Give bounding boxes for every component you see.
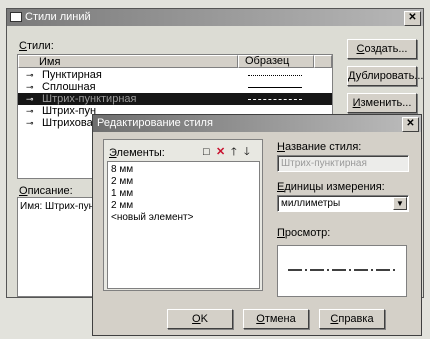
style-name-label: Название стиля: (277, 141, 362, 153)
title-bar[interactable]: Стили линий ✕ (7, 9, 423, 26)
line-style-icon: ⊸ (26, 118, 34, 128)
elements-list[interactable]: 8 мм 2 мм 1 мм 2 мм <новый элемент> (107, 161, 260, 289)
elements-label: Элементы: (109, 147, 165, 159)
new-icon[interactable]: □ (203, 146, 210, 158)
dialog-title-bar[interactable]: Редактирование стиля ✕ (93, 115, 421, 132)
list-item[interactable]: 8 мм (111, 164, 256, 176)
line-style-icon: ⊸ (26, 94, 34, 104)
dialog-title: Редактирование стиля (97, 117, 213, 129)
list-item[interactable]: 2 мм (111, 200, 256, 212)
elements-toolbar: □ ✕ 🡑 🡓 (203, 146, 263, 158)
list-item-new[interactable]: <новый элемент> (111, 212, 256, 224)
line-style-icon: ⊸ (26, 70, 34, 80)
style-name-field[interactable]: Штрих-пунктирная (277, 155, 409, 172)
preview-line (288, 269, 396, 271)
close-icon[interactable]: ✕ (404, 11, 421, 26)
list-item-selected[interactable]: ⊸ Штрих-пунктирная (18, 93, 332, 105)
units-label: Единицы измерения: (277, 181, 385, 193)
description-label: Описание: (19, 185, 73, 197)
sample-dotted (248, 75, 302, 76)
line-style-icon: ⊸ (26, 82, 34, 92)
preview-label: Просмотр: (277, 227, 331, 239)
list-item[interactable]: 1 мм (111, 188, 256, 200)
list-item[interactable]: ⊸ Пунктирная (18, 69, 332, 81)
help-button[interactable]: Справка (319, 309, 385, 329)
units-value: миллиметры (281, 198, 341, 209)
units-select[interactable]: миллиметры ▼ (277, 195, 409, 212)
create-button[interactable]: Создать... (347, 39, 417, 59)
move-up-icon[interactable]: 🡑 (231, 146, 237, 158)
column-header-filler (314, 55, 332, 68)
cancel-button[interactable]: Отмена (243, 309, 309, 329)
description-text: Имя: Штрих-пун (20, 201, 95, 212)
duplicate-button[interactable]: Дублировать... (347, 66, 423, 86)
dialog-close-icon[interactable]: ✕ (402, 117, 419, 132)
line-style-icon: ⊸ (26, 106, 34, 116)
move-down-icon[interactable]: 🡓 (244, 146, 250, 158)
preview-box (277, 245, 407, 297)
sample-dashdot (248, 99, 302, 100)
delete-icon[interactable]: ✕ (216, 146, 225, 158)
sample-solid (248, 87, 302, 88)
edit-style-dialog: Редактирование стиля ✕ Элементы: □ ✕ 🡑 🡓… (92, 114, 422, 336)
styles-label: Стили: (19, 40, 54, 52)
chevron-down-icon[interactable]: ▼ (393, 197, 407, 210)
edit-button[interactable]: Изменить... (347, 93, 417, 113)
column-header-name[interactable]: Имя (18, 55, 238, 68)
window-icon (10, 12, 22, 22)
ok-button[interactable]: OK (167, 309, 233, 329)
list-item[interactable]: ⊸ Сплошная (18, 81, 332, 93)
list-item[interactable]: 2 мм (111, 176, 256, 188)
column-header-sample[interactable]: Образец (238, 55, 314, 68)
window-title: Стили линий (25, 11, 91, 23)
